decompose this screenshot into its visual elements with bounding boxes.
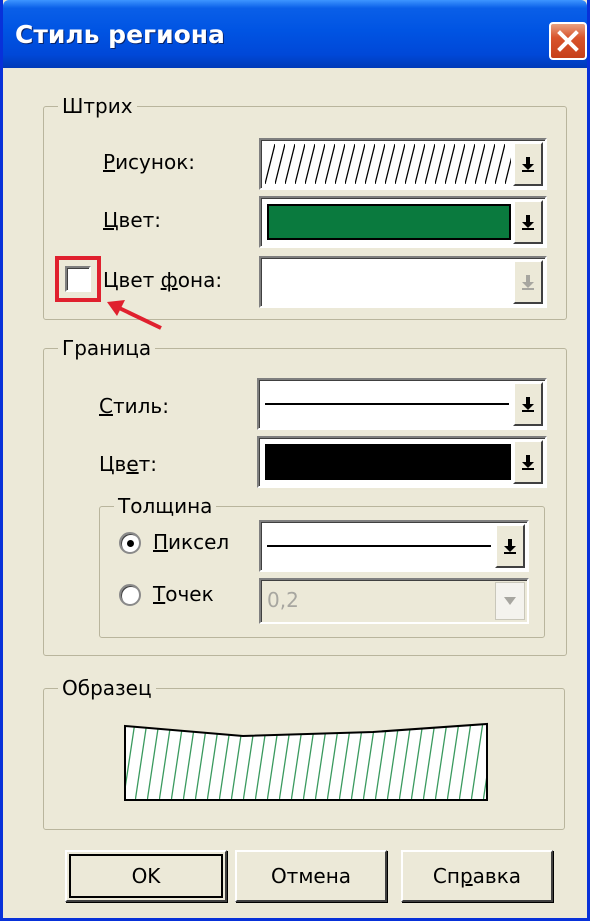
pixel-line-swatch xyxy=(265,526,493,566)
dropdown-arrow-icon xyxy=(522,397,534,412)
thickness-group-legend: Толщина xyxy=(118,494,213,518)
close-icon xyxy=(557,30,579,52)
dropdown-arrow-icon xyxy=(504,597,516,605)
pattern-dropdown-button[interactable] xyxy=(513,142,543,186)
dropdown-arrow-icon xyxy=(522,215,534,230)
points-value: 0,2 xyxy=(267,588,299,612)
stroke-color-combo[interactable] xyxy=(259,196,547,248)
border-style-dropdown-button[interactable] xyxy=(513,382,543,426)
stroke-color-label: Цвет: xyxy=(103,208,162,232)
points-combo[interactable]: 0,2 xyxy=(259,578,529,624)
radio-selected-dot xyxy=(127,540,134,547)
bg-color-swatch xyxy=(265,262,511,302)
pixel-combo[interactable] xyxy=(259,520,529,572)
border-color-combo[interactable] xyxy=(257,436,547,488)
bg-color-label: Цвет фона: xyxy=(103,268,223,292)
stroke-group-legend: Штрих xyxy=(62,94,133,118)
dropdown-arrow-icon xyxy=(522,275,534,290)
ok-button[interactable]: OK xyxy=(65,850,227,902)
points-radio[interactable] xyxy=(119,584,141,606)
bg-color-checkbox[interactable] xyxy=(65,266,91,292)
border-style-swatch xyxy=(263,384,511,424)
sample-group-legend: Образец xyxy=(62,676,152,700)
help-button[interactable]: Справка xyxy=(401,850,553,902)
points-dropdown-button[interactable] xyxy=(495,582,525,620)
bg-color-dropdown-button[interactable] xyxy=(513,260,543,304)
pattern-label: Рисунок: xyxy=(103,150,196,174)
dropdown-arrow-icon xyxy=(504,539,516,554)
pattern-swatch xyxy=(265,144,511,184)
border-color-swatch xyxy=(265,444,511,480)
border-style-combo[interactable] xyxy=(257,378,547,430)
sample-preview xyxy=(124,722,488,801)
ok-button-label: OK xyxy=(131,864,161,888)
border-style-label: Стиль: xyxy=(99,394,169,418)
border-color-label: Цвет: xyxy=(99,452,158,476)
border-group-legend: Граница xyxy=(62,336,152,360)
stroke-color-dropdown-button[interactable] xyxy=(513,200,543,244)
dropdown-arrow-icon xyxy=(522,157,534,172)
cancel-button[interactable]: Отмена xyxy=(235,850,387,902)
help-button-label: Справка xyxy=(432,864,522,888)
points-label: Точек xyxy=(153,582,214,606)
dropdown-arrow-icon xyxy=(522,455,534,470)
cancel-button-label: Отмена xyxy=(270,864,352,888)
border-color-dropdown-button[interactable] xyxy=(513,440,543,484)
pixel-label: Пиксел xyxy=(153,530,230,554)
dialog-window: Стиль региона Штрих Рисунок: Цвет: Цвет … xyxy=(0,0,590,921)
bg-color-combo[interactable] xyxy=(259,256,547,308)
window-title: Стиль региона xyxy=(15,20,225,49)
pixel-radio[interactable] xyxy=(119,532,141,554)
title-bar[interactable]: Стиль региона xyxy=(3,0,587,68)
annotation-arrow-icon xyxy=(107,300,162,330)
close-button[interactable] xyxy=(549,22,587,60)
pattern-combo[interactable] xyxy=(259,138,547,190)
stroke-color-swatch xyxy=(267,204,511,240)
pixel-dropdown-button[interactable] xyxy=(495,524,525,568)
